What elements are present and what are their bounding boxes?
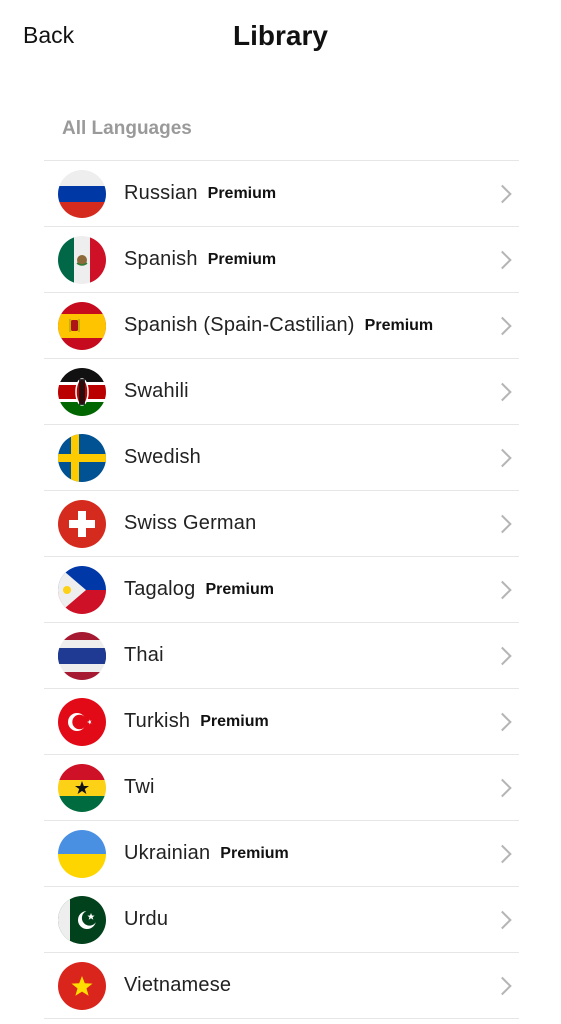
language-name: Twi — [124, 776, 155, 798]
language-name: Swiss German — [124, 512, 257, 534]
chevron-right-icon — [493, 778, 512, 797]
language-row-spanish-castilian[interactable]: Spanish (Spain-Castilian) Premium — [44, 293, 519, 359]
language-name: Ukrainian — [124, 842, 211, 864]
chevron-right-icon — [493, 646, 512, 665]
premium-badge: Premium — [207, 250, 277, 268]
language-row-twi[interactable]: Twi — [44, 755, 519, 821]
language-row-turkish[interactable]: Turkish Premium — [44, 689, 519, 755]
top-bar: Back Library — [0, 0, 561, 80]
chevron-right-icon — [493, 580, 512, 599]
language-name: Urdu — [124, 908, 169, 930]
chevron-right-icon — [493, 844, 512, 863]
language-name: Swedish — [124, 446, 201, 468]
chevron-right-icon — [493, 514, 512, 533]
chevron-right-icon — [493, 712, 512, 731]
sweden-flag-icon — [58, 433, 106, 482]
thailand-flag-icon — [58, 631, 106, 680]
premium-badge: Premium — [364, 316, 434, 334]
page-title: Library — [233, 20, 328, 51]
chevron-right-icon — [493, 184, 512, 203]
turkey-flag-icon — [58, 697, 106, 746]
language-name: Swahili — [124, 380, 189, 402]
language-row-thai[interactable]: Thai — [44, 623, 519, 689]
vietnam-flag-icon — [58, 961, 106, 1010]
mexico-flag-icon — [58, 235, 106, 284]
premium-badge: Premium — [220, 844, 289, 862]
russia-flag-icon — [58, 169, 106, 218]
chevron-right-icon — [493, 382, 512, 401]
section-label: All Languages — [62, 118, 192, 139]
philippines-flag-icon — [58, 565, 106, 614]
language-list: Russian Premium Spanish Premium Spanish … — [44, 160, 519, 1019]
chevron-right-icon — [493, 910, 512, 929]
language-name: Tagalog — [124, 578, 196, 600]
language-name: Spanish — [124, 248, 198, 270]
ghana-flag-icon — [58, 763, 106, 812]
language-name: Thai — [124, 644, 164, 666]
language-row-swahili[interactable]: Swahili — [44, 359, 519, 425]
language-row-russian[interactable]: Russian Premium — [44, 161, 519, 227]
spain-flag-icon — [58, 301, 106, 350]
kenya-flag-icon — [58, 367, 106, 416]
language-row-urdu[interactable]: Urdu — [44, 887, 519, 953]
language-name: Turkish — [124, 710, 191, 732]
language-row-spanish[interactable]: Spanish Premium — [44, 227, 519, 293]
switzerland-flag-icon — [58, 499, 106, 548]
premium-badge: Premium — [200, 712, 269, 730]
premium-badge: Premium — [207, 184, 277, 202]
language-row-swiss-german[interactable]: Swiss German — [44, 491, 519, 557]
language-name: Russian — [124, 182, 198, 204]
language-row-tagalog[interactable]: Tagalog Premium — [44, 557, 519, 623]
ukraine-flag-icon — [58, 829, 106, 878]
premium-badge: Premium — [205, 580, 274, 598]
language-row-swedish[interactable]: Swedish — [44, 425, 519, 491]
chevron-right-icon — [493, 448, 512, 467]
language-row-ukrainian[interactable]: Ukrainian Premium — [44, 821, 519, 887]
chevron-right-icon — [493, 250, 512, 269]
language-name: Spanish (Spain-Castilian) — [124, 314, 355, 336]
chevron-right-icon — [493, 976, 512, 995]
language-row-vietnamese[interactable]: Vietnamese — [44, 953, 519, 1019]
chevron-right-icon — [493, 316, 512, 335]
language-name: Vietnamese — [124, 974, 232, 996]
pakistan-flag-icon — [58, 895, 106, 944]
